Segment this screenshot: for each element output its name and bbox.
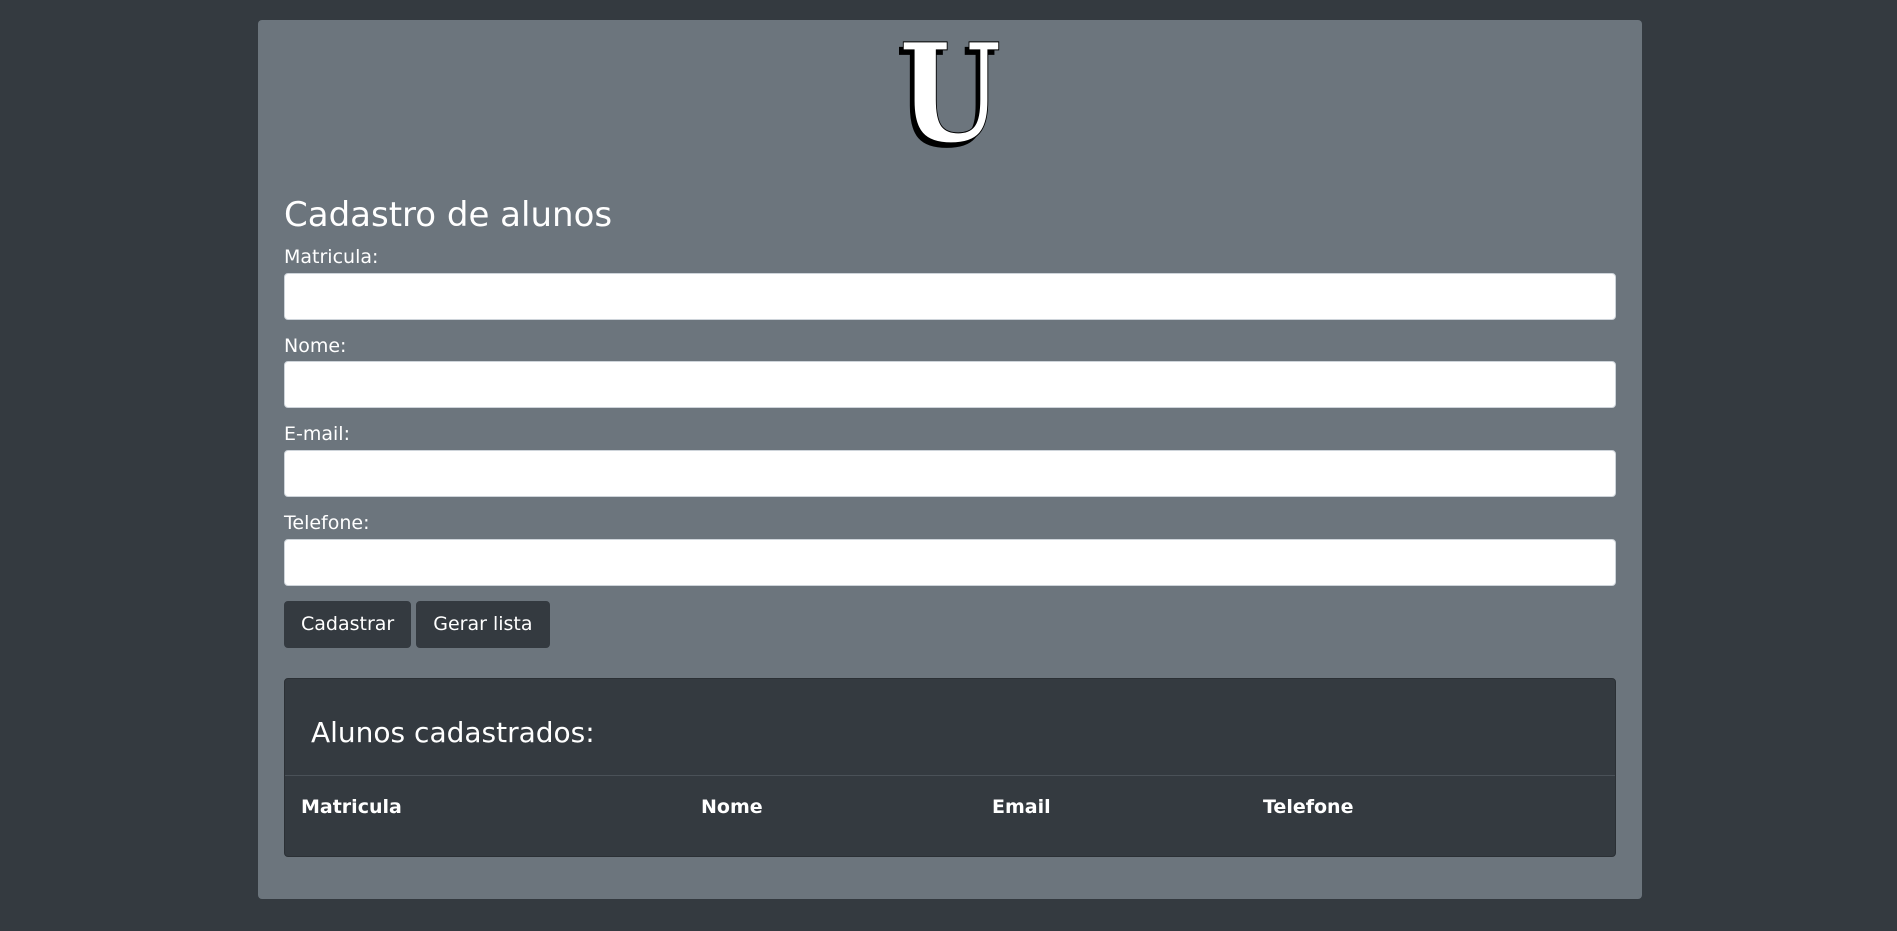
nome-label: Nome: (284, 334, 347, 357)
student-form: Matricula: Nome: E-mail: Telefone: Cadas… (284, 246, 1616, 648)
students-title: Alunos cadastrados: (311, 716, 595, 750)
form-actions: Cadastrar Gerar lista (284, 600, 1616, 648)
field-telefone: Telefone: (284, 512, 1616, 586)
column-header-email: Email (992, 795, 1051, 818)
page-title: Cadastro de alunos (284, 195, 613, 235)
telefone-label: Telefone: (284, 512, 370, 535)
table-header-row: Matricula Nome Email Telefone (285, 776, 1615, 838)
gerar-lista-button[interactable]: Gerar lista (416, 600, 550, 648)
students-table: Matricula Nome Email Telefone (285, 776, 1615, 838)
nome-input[interactable] (284, 361, 1616, 409)
cadastrar-button[interactable]: Cadastrar (284, 600, 412, 648)
students-card: Alunos cadastrados: Matricula Nome Email… (284, 677, 1616, 857)
telefone-input[interactable] (284, 538, 1616, 586)
field-matricula: Matricula: (284, 246, 1616, 320)
logo: U (898, 14, 1002, 174)
email-label: E-mail: (284, 423, 350, 446)
logo-area: U (284, 14, 1616, 174)
matricula-label: Matricula: (284, 245, 379, 268)
field-nome: Nome: (284, 335, 1616, 409)
matricula-input[interactable] (284, 272, 1616, 320)
email-input[interactable] (284, 450, 1616, 498)
column-header-nome: Nome (701, 795, 763, 818)
field-email: E-mail: (284, 423, 1616, 498)
main-panel: U Cadastro de alunos Matricula: Nome: E-… (258, 20, 1642, 899)
students-card-header: Alunos cadastrados: (285, 679, 1615, 776)
column-header-telefone: Telefone (1263, 795, 1354, 818)
column-header-matricula: Matricula (301, 795, 402, 818)
